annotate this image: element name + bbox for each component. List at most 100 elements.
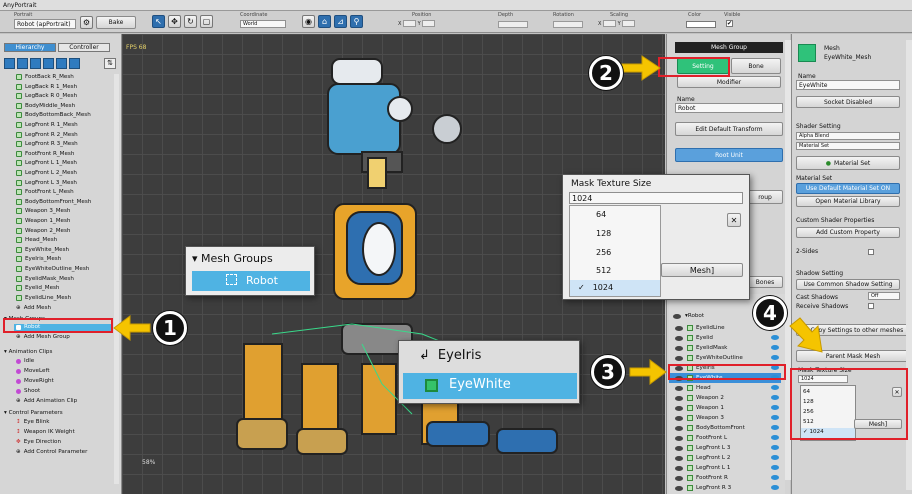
mg-name-field[interactable]: Robot (675, 103, 783, 113)
anim-moveleft[interactable]: MoveLeft (16, 368, 50, 374)
render-eye-icon[interactable] (771, 465, 779, 470)
visibility-eye-icon[interactable] (675, 395, 683, 401)
bone-edit-icon[interactable]: ⊿ (334, 15, 347, 28)
physics-icon[interactable]: ⚲ (350, 15, 363, 28)
mesh-list-item[interactable]: LegFront L 3_Mesh (16, 179, 77, 186)
bones-tab[interactable]: Bones (747, 276, 783, 288)
visibility-eye-icon[interactable] (675, 475, 683, 481)
mesh-list-item[interactable]: LegFront R 1_Mesh (16, 122, 78, 128)
visibility-eye-icon[interactable] (675, 425, 683, 431)
mesh-list-item[interactable]: Head_Mesh (16, 237, 57, 244)
visibility-eye-icon[interactable] (675, 445, 683, 451)
mesh-list-item[interactable]: BodyMiddle_Mesh (16, 102, 75, 109)
parent-mask-mesh-button[interactable]: Parent Mask Mesh (796, 350, 910, 362)
mesh-list-item[interactable]: FootFront R_Mesh (16, 150, 74, 157)
mesh-name-field[interactable]: EyeWhite (796, 80, 900, 90)
pos-y-field[interactable] (422, 20, 436, 27)
scale-icon[interactable]: ▢ (200, 15, 213, 28)
visible-checkbox[interactable]: ✔ (726, 20, 733, 27)
param-eye-direction[interactable]: ✥ Eye Direction (16, 439, 61, 445)
scale-y-field[interactable] (622, 20, 636, 27)
render-eye-icon[interactable] (771, 335, 779, 340)
popup-option-1024[interactable]: ✓ 1024 (578, 283, 613, 292)
render-eye-icon[interactable] (771, 395, 779, 400)
animation-clips-header[interactable]: ▾ Animation Clips (4, 349, 52, 355)
mesh-list-item[interactable]: Weapon 3_Mesh (16, 208, 70, 215)
mesh-list-item[interactable]: EyelidMask_Mesh (16, 275, 74, 282)
visibility-eye-icon[interactable] (675, 465, 683, 471)
scaling-fields[interactable]: X Y (598, 20, 636, 27)
mesh-list-item[interactable]: EyelidLine_Mesh (16, 294, 71, 301)
mesh-list-item[interactable]: LegFront R 3_Mesh (16, 141, 78, 148)
onion-icon[interactable]: ◉ (302, 15, 315, 28)
param-weapon-ik[interactable]: ↕ Weapon IK Weight (16, 429, 75, 435)
filter-bone-icon[interactable] (69, 58, 80, 69)
tab-hierarchy[interactable]: Hierarchy (4, 43, 56, 52)
mask-mesh-button[interactable]: Mesh] (661, 263, 743, 277)
mesh-list-item[interactable]: LegFront L 2_Mesh (16, 170, 77, 176)
bake-button[interactable]: Bake (96, 16, 136, 29)
material-set-button[interactable]: ● Material Set (796, 156, 900, 170)
mesh-list-item[interactable]: LegFront L 1_Mesh (16, 160, 77, 167)
anim-shoot[interactable]: Shoot (16, 388, 40, 394)
param-eye-blink[interactable]: ↕ Eye Blink (16, 419, 49, 425)
mesh-list-item[interactable]: LegBack R 1_Mesh (16, 83, 77, 90)
group-button[interactable]: roup (747, 190, 783, 204)
add-mesh-group-item[interactable]: ⊕ Add Mesh Group (16, 334, 70, 340)
visibility-eye-icon[interactable] (673, 313, 681, 319)
visibility-eye-icon[interactable] (675, 335, 683, 341)
bone-tab[interactable]: Bone (731, 58, 781, 74)
visibility-eye-icon[interactable] (675, 345, 683, 351)
two-sides-checkbox[interactable] (868, 249, 874, 255)
material-set-select[interactable]: Material Set (796, 142, 900, 150)
rotate-icon[interactable]: ↻ (184, 15, 197, 28)
popup-eyeiris-row[interactable]: ↲ EyeIris (419, 348, 481, 363)
tab-controller[interactable]: Controller (58, 43, 110, 52)
visibility-eye-icon[interactable] (675, 415, 683, 421)
add-control-param[interactable]: ⊕ Add Control Parameter (16, 449, 87, 455)
filter-image-icon[interactable] (4, 58, 15, 69)
render-eye-icon[interactable] (771, 415, 779, 420)
mesh-edit-icon[interactable]: ⌂ (318, 15, 331, 28)
mask-size-popup-select[interactable]: 1024 (569, 192, 743, 204)
mesh-list-item[interactable]: BodyBottomBack_Mesh (16, 112, 91, 119)
render-eye-icon[interactable] (771, 345, 779, 350)
sort-icon[interactable]: ⇅ (104, 58, 116, 69)
render-eye-icon[interactable] (771, 475, 779, 480)
popup-option-128[interactable]: 128 (596, 229, 611, 238)
zoom-level[interactable]: 58% (142, 459, 155, 466)
mesh-groups-popup-robot[interactable]: Robot (192, 271, 310, 291)
anim-idle[interactable]: Idle (16, 358, 34, 364)
visibility-eye-icon[interactable] (675, 325, 683, 331)
render-eye-icon[interactable] (771, 385, 779, 390)
cast-shadows-select[interactable]: Off (868, 292, 900, 300)
use-default-material-button[interactable]: Use Default Material Set ON (796, 183, 900, 194)
filter-group-icon[interactable] (30, 58, 41, 69)
mesh-list-item[interactable]: EyeWhiteOutline_Mesh (16, 266, 89, 272)
color-swatch[interactable] (686, 21, 716, 28)
socket-disabled-button[interactable]: Socket Disabled (796, 96, 900, 108)
blend-mode-select[interactable]: Alpha Blend (796, 132, 900, 140)
receive-shadows-checkbox[interactable] (868, 303, 874, 309)
mesh-list-item[interactable]: EyeWhite_Mesh (16, 246, 69, 253)
left-scrollbar[interactable] (114, 74, 119, 484)
render-eye-icon[interactable] (771, 435, 779, 440)
mesh-list-item[interactable]: Weapon 2_Mesh (16, 227, 70, 234)
popup-option-512[interactable]: 512 (596, 266, 611, 275)
filter-param-icon[interactable] (56, 58, 67, 69)
scale-x-field[interactable] (603, 20, 617, 27)
depth-field[interactable] (498, 21, 528, 28)
render-eye-icon[interactable] (771, 445, 779, 450)
visibility-eye-icon[interactable] (675, 405, 683, 411)
position-fields[interactable]: X Y (398, 20, 436, 27)
render-eye-icon[interactable] (771, 455, 779, 460)
close-icon[interactable]: ✕ (727, 213, 741, 227)
modifier-tab[interactable]: Modifier (677, 76, 781, 88)
add-animation-clip[interactable]: ⊕ Add Animation Clip (16, 398, 77, 404)
popup-eyewhite-row[interactable]: EyeWhite (403, 373, 577, 399)
mesh-list-item[interactable]: FootFront L_Mesh (16, 189, 74, 196)
move-icon[interactable]: ✥ (168, 15, 181, 28)
visibility-eye-icon[interactable] (675, 485, 683, 491)
add-mesh-item[interactable]: ⊕ Add Mesh (16, 305, 51, 311)
mesh-list-item[interactable]: Weapon 1_Mesh (16, 218, 70, 224)
